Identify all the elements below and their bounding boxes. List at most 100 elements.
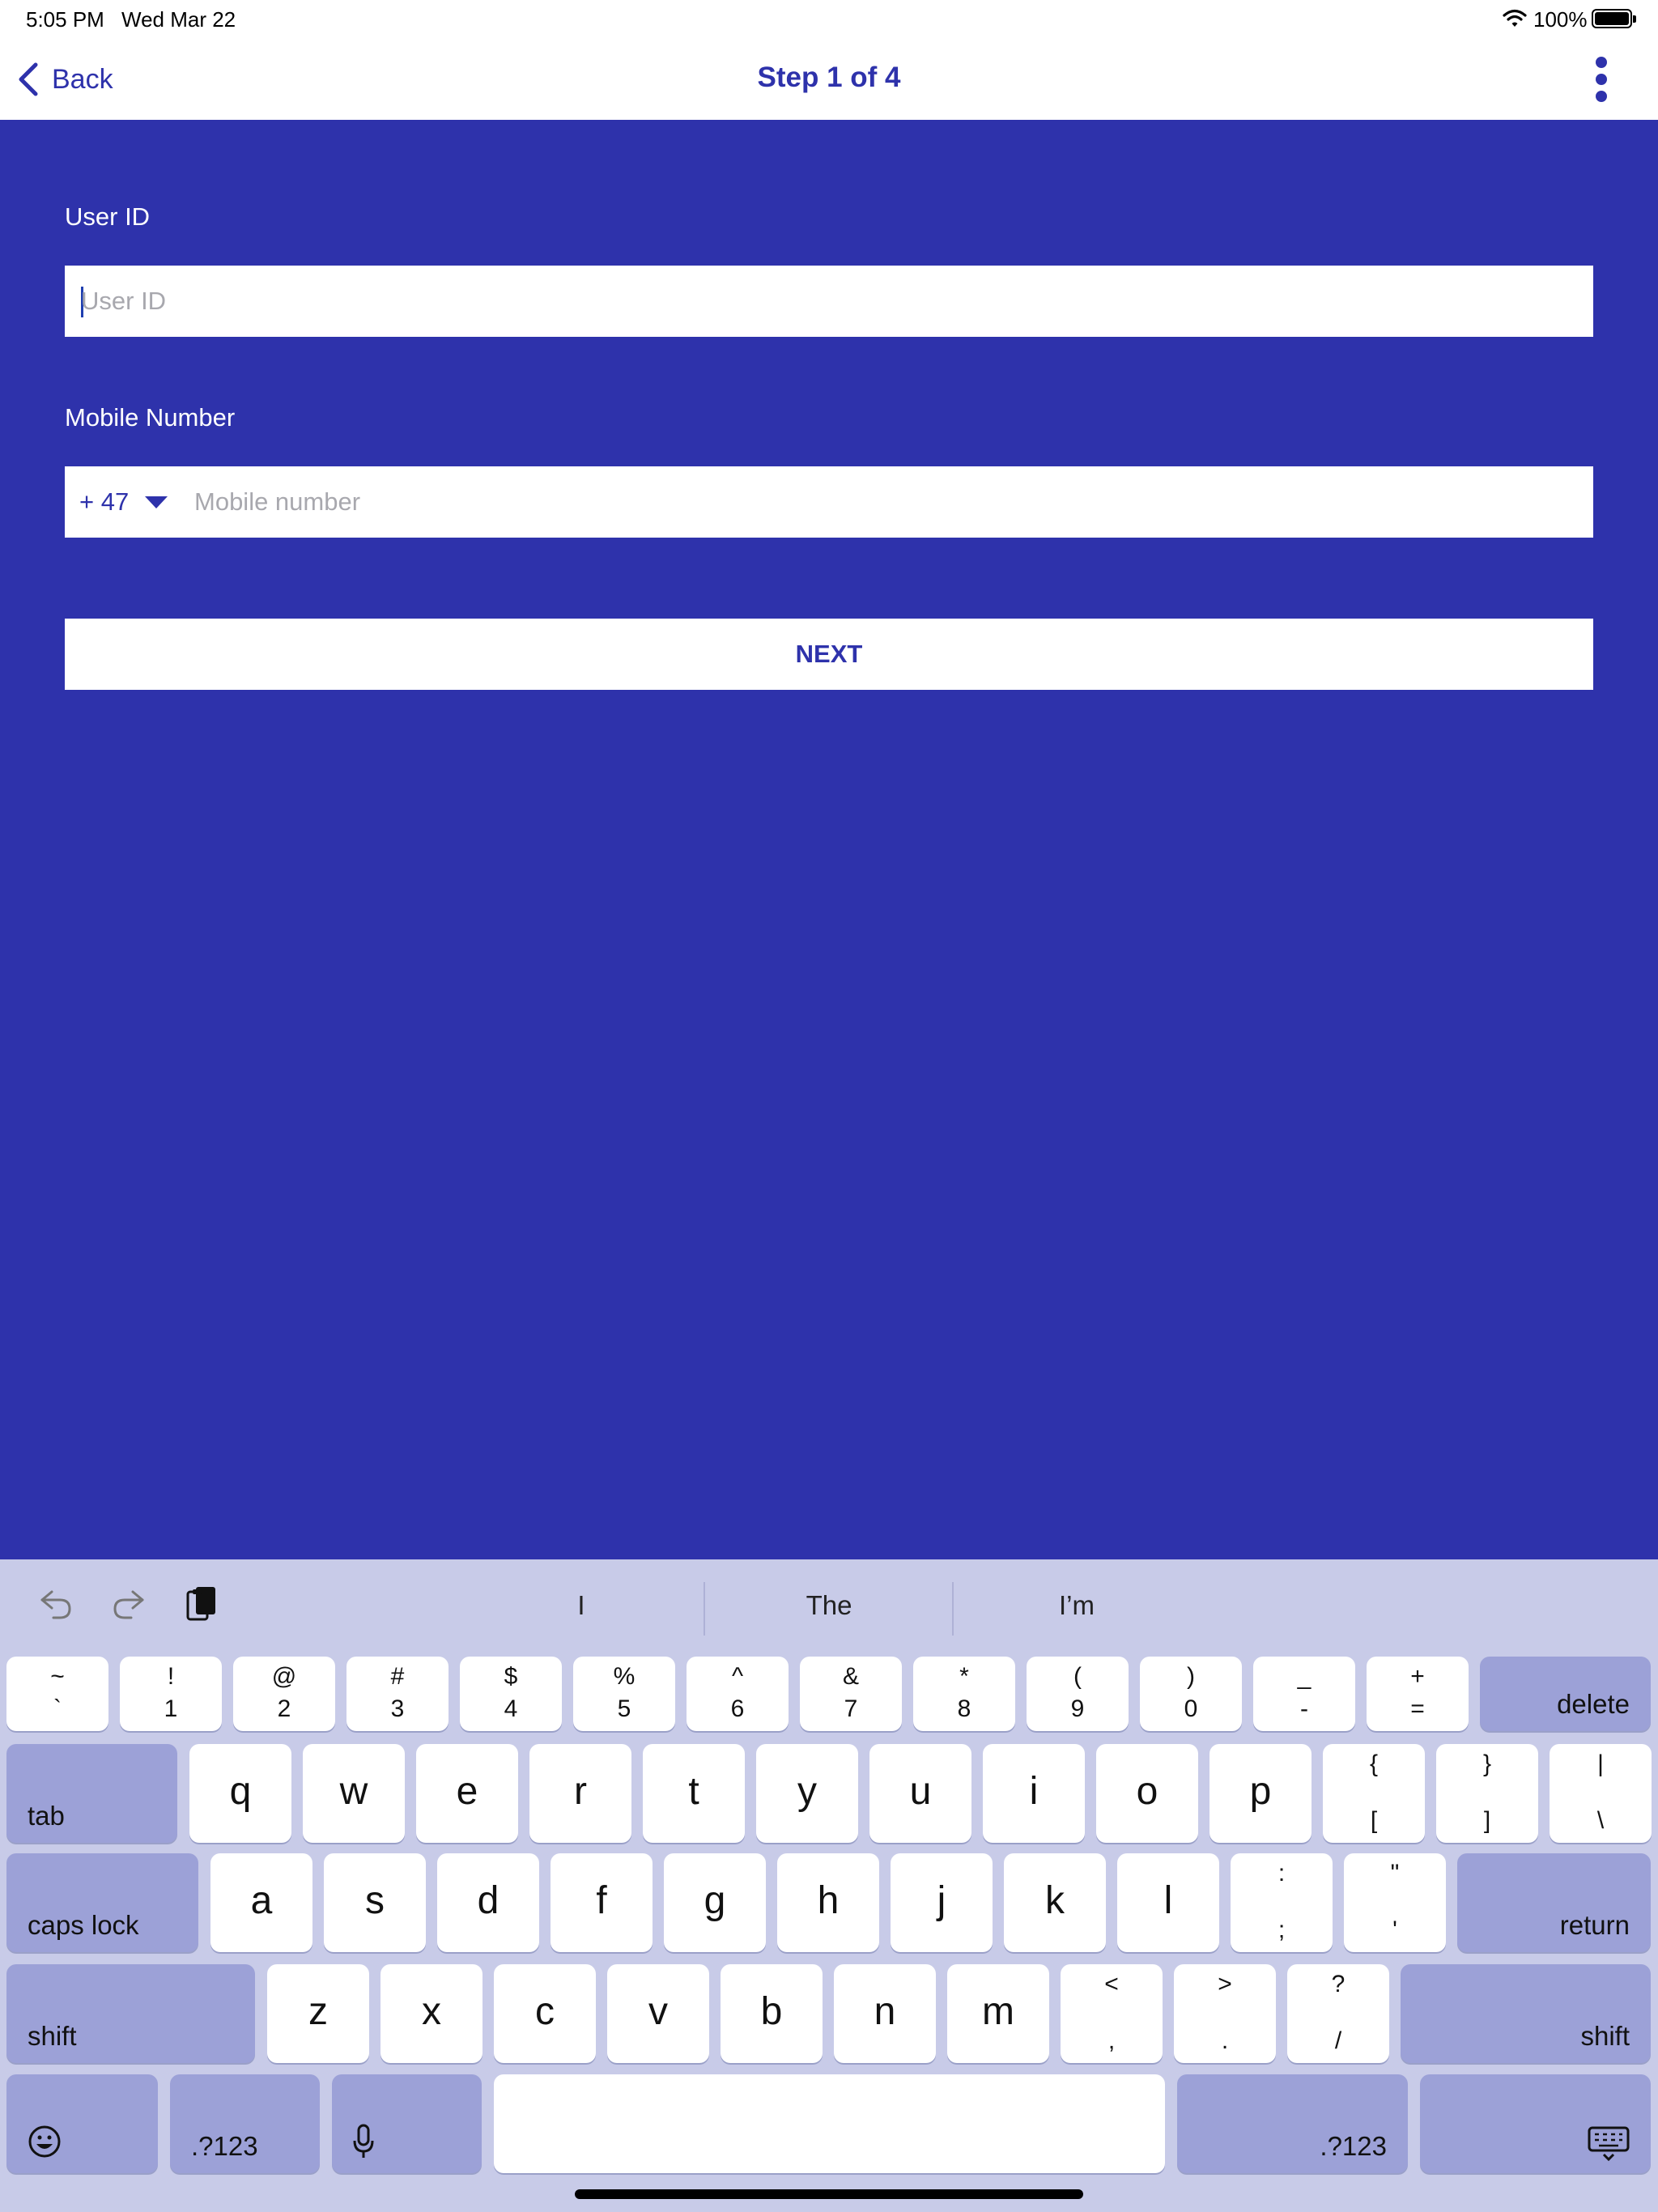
user-id-input[interactable] (81, 266, 1579, 337)
numbers-key-left[interactable]: .?123 (170, 2074, 320, 2173)
chevron-left-icon (19, 62, 38, 96)
key-y[interactable]: y (756, 1744, 858, 1843)
next-button[interactable]: NEXT (65, 619, 1593, 690)
key-label: 5 (617, 1695, 631, 1722)
country-code-selector[interactable]: + 47 (79, 466, 168, 538)
key-t[interactable]: t (643, 1744, 745, 1843)
key-w[interactable]: w (303, 1744, 405, 1843)
key-symbol[interactable]: {[ (1323, 1744, 1425, 1843)
key-label: ; (1278, 1916, 1286, 1943)
back-label: Back (52, 63, 113, 95)
back-button[interactable]: Back (16, 57, 113, 102)
key-label: f (596, 1879, 607, 1922)
space-key[interactable] (494, 2074, 1165, 2173)
key-i[interactable]: i (983, 1744, 1085, 1843)
shift-right-key[interactable]: shift (1401, 1964, 1651, 2063)
key-label: ` (53, 1695, 62, 1722)
key-h[interactable]: h (777, 1853, 879, 1952)
emoji-key[interactable] (6, 2074, 158, 2173)
key-label: k (1045, 1879, 1065, 1922)
key-shift-label: > (1218, 1971, 1232, 1997)
suggestion-1[interactable]: I (460, 1590, 703, 1621)
key-0[interactable]: ~ ` (6, 1657, 108, 1731)
key-11[interactable]: _ - (1253, 1657, 1355, 1731)
key-s[interactable]: s (324, 1853, 426, 1952)
key-o[interactable]: o (1096, 1744, 1198, 1843)
key-z[interactable]: z (267, 1964, 369, 2063)
tab-key[interactable]: tab (6, 1744, 177, 1843)
key-6[interactable]: ^ 6 (687, 1657, 789, 1731)
key-label: caps lock (28, 1910, 139, 1940)
wifi-icon (1503, 9, 1527, 27)
key-q[interactable]: q (189, 1744, 291, 1843)
key-p[interactable]: p (1209, 1744, 1312, 1843)
key-b[interactable]: b (721, 1964, 823, 2063)
key-symbol[interactable]: >. (1174, 1964, 1276, 2063)
key-d[interactable]: d (437, 1853, 539, 1952)
key-3[interactable]: #3 (346, 1657, 449, 1731)
key-l[interactable]: l (1117, 1853, 1219, 1952)
redo-icon[interactable] (108, 1584, 149, 1624)
key-5[interactable]: % 5 (573, 1657, 675, 1731)
key-r[interactable]: r (529, 1744, 631, 1843)
key-symbol[interactable]: ? / (1287, 1964, 1389, 2063)
key-v[interactable]: v (607, 1964, 709, 2063)
key-shift-label: " (1390, 1860, 1400, 1887)
suggestion-2[interactable]: The (708, 1590, 950, 1621)
key-symbol[interactable]: <, (1061, 1964, 1163, 2063)
dictation-key[interactable] (332, 2074, 482, 2173)
key-k[interactable]: k (1004, 1853, 1106, 1952)
key-1[interactable]: ! 1 (120, 1657, 222, 1731)
key-label: z (308, 1990, 328, 2033)
suggestion-3[interactable]: I’m (955, 1590, 1198, 1621)
key-label: 9 (1070, 1695, 1085, 1722)
key-n[interactable]: n (834, 1964, 936, 2063)
key-symbol[interactable]: :; (1231, 1853, 1333, 1952)
key-label: i (1029, 1770, 1039, 1813)
key-m[interactable]: m (947, 1964, 1049, 2063)
undo-icon[interactable] (36, 1584, 76, 1624)
numbers-key-right[interactable]: .?123 (1177, 2074, 1408, 2173)
key-u[interactable]: u (869, 1744, 971, 1843)
key-10[interactable]: ) 0 (1140, 1657, 1242, 1731)
key-label: 3 (390, 1695, 405, 1722)
key-7[interactable]: & 7 (800, 1657, 902, 1731)
key-4[interactable]: $4 (460, 1657, 562, 1731)
key-label: h (817, 1879, 840, 1922)
user-id-field-container (65, 266, 1593, 337)
caps-lock-key[interactable]: caps lock (6, 1853, 198, 1952)
key-label: = (1410, 1695, 1425, 1722)
key-j[interactable]: j (891, 1853, 993, 1952)
key-symbol[interactable]: | \ (1550, 1744, 1652, 1843)
key-label: l (1163, 1879, 1173, 1922)
mobile-number-input[interactable] (194, 466, 1571, 538)
more-options-icon[interactable] (1584, 55, 1619, 104)
key-label: r (574, 1770, 587, 1813)
key-label: b (760, 1990, 783, 2033)
key-8[interactable]: * 8 (913, 1657, 1015, 1731)
key-label: g (704, 1879, 726, 1922)
paste-icon[interactable] (181, 1584, 222, 1624)
key-label: j (937, 1879, 946, 1922)
key-g[interactable]: g (664, 1853, 766, 1952)
user-id-label: User ID (65, 202, 151, 231)
key-9[interactable]: (9 (1027, 1657, 1129, 1731)
key-symbol[interactable]: }] (1436, 1744, 1538, 1843)
key-12[interactable]: + = (1367, 1657, 1469, 1731)
key-shift-label: @ (271, 1663, 297, 1690)
shift-left-key[interactable]: shift (6, 1964, 255, 2063)
key-label: delete (1557, 1689, 1630, 1719)
key-shift-label: | (1597, 1750, 1604, 1777)
key-x[interactable]: x (380, 1964, 483, 2063)
key-label: 6 (730, 1695, 745, 1722)
key-f[interactable]: f (551, 1853, 653, 1952)
key-c[interactable]: c (494, 1964, 596, 2063)
delete-key[interactable]: delete (1480, 1657, 1651, 1731)
key-a[interactable]: a (210, 1853, 312, 1952)
key-e[interactable]: e (416, 1744, 518, 1843)
key-symbol[interactable]: " ' (1344, 1853, 1446, 1952)
key-label: q (229, 1770, 252, 1813)
hide-keyboard-key[interactable] (1420, 2074, 1651, 2173)
return-key[interactable]: return (1457, 1853, 1651, 1952)
key-2[interactable]: @2 (233, 1657, 335, 1731)
